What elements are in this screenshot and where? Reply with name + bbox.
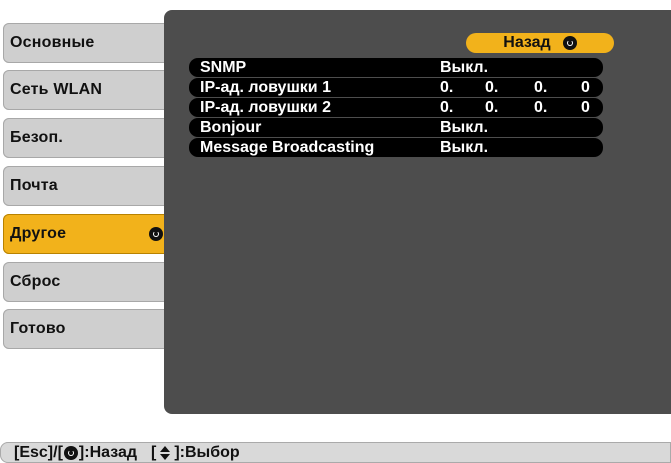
setting-row-message-broadcasting[interactable]: Message Broadcasting Выкл. [189,138,603,157]
help-bar: [Esc] /[ ]:Назад [ ]:Выбор [0,442,671,463]
back-hint: ]:Назад [78,443,138,461]
setting-name: SNMP [200,59,247,76]
setting-name: Bonjour [200,119,262,136]
settings-list: SNMP Выкл. IP-ад. ловушки 1 0. 0. 0. 0 I… [189,58,603,158]
menu-item-other[interactable]: Другое [3,214,171,254]
ip-octet: 0 [581,99,590,116]
menu-item-label: Основные [10,34,95,51]
menu-item-label: Сброс [10,273,61,290]
setting-value: Выкл. [440,139,489,156]
menu-item-label: Почта [10,177,58,194]
ip-octet: 0. [534,79,548,96]
setting-value: Выкл. [440,59,489,76]
setting-row-trap-ip-2[interactable]: IP-ад. ловушки 2 0. 0. 0. 0 [189,98,603,117]
slash-separator: /[ [53,443,63,461]
setting-name: Message Broadcasting [200,139,375,156]
select-key-open: [ [151,443,157,461]
menu-item-basic[interactable]: Основные [3,23,171,63]
ip-octet: 0. [440,79,454,96]
ip-octet: 0. [485,79,499,96]
menu-item-done[interactable]: Готово [3,309,171,349]
up-down-arrow-icon [159,445,171,460]
ip-octet: 0. [534,99,548,116]
menu-item-mail[interactable]: Почта [3,166,171,206]
setting-value: Выкл. [440,119,489,136]
back-button[interactable]: Назад [466,33,614,53]
menu-item-label: Другое [10,225,67,242]
back-button-label: Назад [503,34,551,51]
esc-key-hint: [Esc] [14,443,54,461]
menu-item-wlan[interactable]: Сеть WLAN [3,70,171,110]
setting-name: IP-ад. ловушки 2 [200,99,331,116]
menu-item-reset[interactable]: Сброс [3,262,171,302]
menu-item-label: Готово [10,320,66,337]
settings-menu: Основные Сеть WLAN Безоп. Почта Другое С… [0,0,175,370]
setting-name: IP-ад. ловушки 1 [200,79,331,96]
setting-row-snmp[interactable]: SNMP Выкл. [189,58,603,77]
ip-octet: 0 [581,79,590,96]
menu-item-security[interactable]: Безоп. [3,118,171,158]
select-hint: ]:Выбор [174,443,240,461]
menu-item-label: Безоп. [10,129,64,146]
setting-row-trap-ip-1[interactable]: IP-ад. ловушки 1 0. 0. 0. 0 [189,78,603,97]
menu-item-label: Сеть WLAN [10,81,103,98]
ip-octet: 0. [485,99,499,116]
enter-icon [149,227,163,241]
setting-row-bonjour[interactable]: Bonjour Выкл. [189,118,603,137]
enter-icon [63,445,78,460]
enter-icon [562,36,577,50]
ip-octet: 0. [440,99,454,116]
